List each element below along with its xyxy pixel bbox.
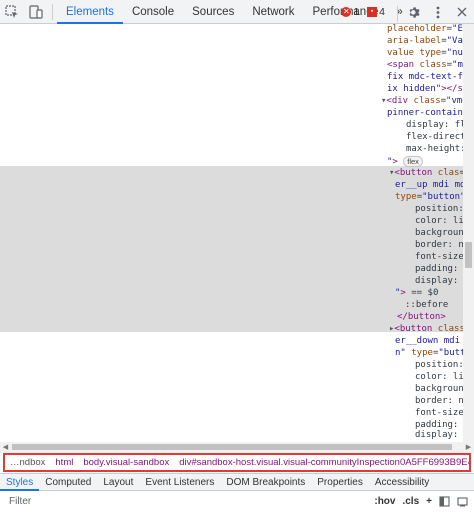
breadcrumb-item-body[interactable]: body.visual-sandbox [78, 457, 174, 468]
tab-computed[interactable]: Computed [39, 474, 97, 490]
flex-badge[interactable]: flex [403, 156, 423, 167]
class-toggle[interactable]: .cls [402, 496, 419, 507]
code-line[interactable]: color: lig [415, 372, 469, 384]
code-line-selected[interactable]: type="button" [395, 192, 465, 204]
code-line[interactable]: </button> [397, 312, 446, 324]
device-toolbar-icon[interactable] [24, 0, 48, 24]
error-count: 1 [353, 6, 360, 18]
code-line-selected[interactable]: position: [415, 204, 469, 216]
error-circle-icon: ✕ [341, 7, 352, 17]
dom-breadcrumb: …ndbox html body.visual-sandbox div#sand… [3, 453, 471, 472]
tab-network[interactable]: Network [243, 0, 303, 23]
code-line[interactable]: backgroun [415, 384, 464, 396]
code-line[interactable]: ▸<button class= [389, 324, 470, 336]
toolbar-divider [397, 6, 398, 22]
horizontal-scrollbar[interactable]: ◀ ▶ [0, 442, 474, 453]
error-count-badge[interactable]: ✕ 1 [341, 6, 359, 18]
close-icon[interactable] [450, 0, 474, 24]
code-line[interactable]: ▾<div class="vmg- [381, 96, 473, 108]
breadcrumb-item-sandbox-host[interactable]: div#sandbox-host.visual.visual-community… [174, 457, 469, 468]
more-options-icon[interactable] [426, 0, 450, 24]
code-line[interactable]: fix mdc-text-fie [387, 72, 474, 84]
code-line[interactable]: display: b [415, 430, 469, 442]
issues-count: 4 [379, 6, 385, 18]
code-line[interactable]: <span class="mdc [387, 60, 474, 72]
scroll-right-arrow-icon[interactable]: ▶ [463, 442, 474, 453]
code-line-selected[interactable]: font-size: [415, 252, 469, 264]
issues-count-badge[interactable]: ▪ 4 [367, 6, 385, 18]
computed-styles-toggle-icon[interactable] [439, 496, 450, 507]
tab-dom-breakpoints[interactable]: DOM Breakpoints [220, 474, 311, 490]
breadcrumb-item-html[interactable]: html [50, 457, 78, 468]
tab-styles[interactable]: Styles [0, 474, 40, 491]
dom-tree-code: placeholder="Ent aria-label="Vari value … [0, 24, 474, 442]
code-line-selected[interactable]: border: no [415, 240, 469, 252]
vertical-scrollbar[interactable] [463, 24, 474, 442]
devtools-toolbar: Elements Console Sources Network Perform… [0, 0, 474, 24]
code-line[interactable]: n" type="butto [395, 348, 471, 360]
tab-layout[interactable]: Layout [97, 474, 139, 490]
code-line[interactable]: ix hidden"></spa [387, 84, 474, 96]
tab-elements[interactable]: Elements [57, 0, 123, 24]
code-line[interactable]: placeholder="Ent [387, 24, 474, 36]
code-line[interactable]: font-size: [415, 408, 469, 420]
element-state-icon[interactable] [457, 496, 468, 507]
scroll-left-arrow-icon[interactable]: ◀ [0, 442, 11, 453]
issue-flag-icon: ▪ [367, 7, 378, 17]
vertical-scroll-thumb[interactable] [465, 242, 472, 268]
inspect-element-icon[interactable] [0, 0, 24, 24]
elements-dom-tree[interactable]: placeholder="Ent aria-label="Vari value … [0, 24, 474, 442]
tab-event-listeners[interactable]: Event Listeners [139, 474, 220, 490]
tab-console[interactable]: Console [123, 0, 183, 23]
styles-filter-input[interactable] [0, 496, 330, 507]
code-line[interactable]: pinner-container [387, 108, 474, 120]
new-style-rule-button[interactable]: + [426, 496, 432, 507]
code-line[interactable]: border: no [415, 396, 469, 408]
code-line[interactable]: er__down mdi m [395, 336, 471, 348]
tab-sources[interactable]: Sources [183, 0, 243, 23]
code-line-selected[interactable]: display: b [415, 276, 469, 288]
settings-gear-icon[interactable] [402, 0, 426, 24]
code-line[interactable]: max-height: [406, 144, 471, 156]
styles-filter-bar: :hov .cls + [0, 491, 474, 512]
code-line-selected[interactable]: color: lig [415, 216, 469, 228]
code-line[interactable]: value type="numb [387, 48, 474, 60]
code-line[interactable]: flex-directi [406, 132, 471, 144]
code-line-selected[interactable]: ▾<button clas= [389, 168, 465, 180]
code-line[interactable]: display: fle [406, 120, 471, 132]
code-line-selected[interactable]: er__up mdi mdi [395, 180, 471, 192]
toolbar-divider [52, 4, 53, 20]
code-line[interactable]: "> flex [387, 156, 423, 168]
tab-properties[interactable]: Properties [311, 474, 369, 490]
horizontal-scroll-thumb[interactable] [12, 444, 452, 450]
code-line[interactable]: ::before [405, 300, 448, 312]
code-line[interactable]: aria-label="Vari [387, 36, 474, 48]
tab-accessibility[interactable]: Accessibility [369, 474, 435, 490]
code-line-selected[interactable]: backgroun [415, 228, 464, 240]
sidebar-tabs: Styles Computed Layout Event Listeners D… [0, 473, 474, 491]
code-line-selected[interactable]: "> == $0 [395, 288, 438, 300]
hover-state-toggle[interactable]: :hov [374, 496, 395, 507]
code-line[interactable]: position: [415, 360, 469, 372]
breadcrumb-item[interactable]: …ndbox [5, 457, 50, 468]
code-line-selected[interactable]: padding: 0 [415, 264, 469, 276]
